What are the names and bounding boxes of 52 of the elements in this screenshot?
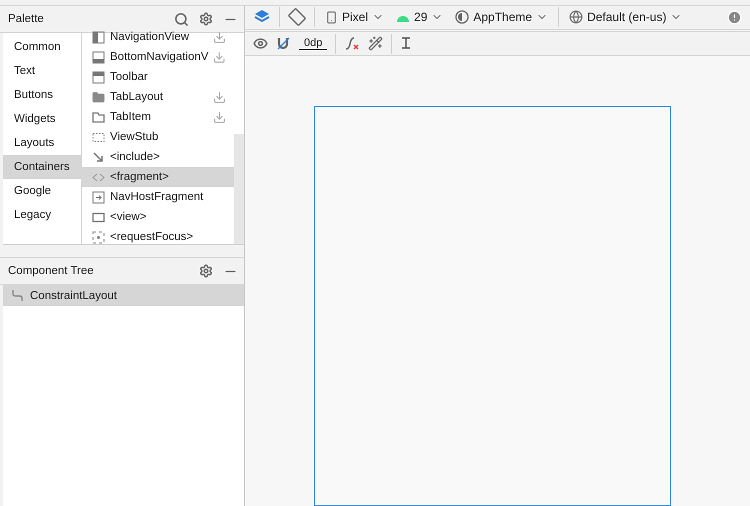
globe-icon [569, 10, 584, 24]
api-dropdown[interactable]: 29 [394, 10, 446, 24]
phone-icon [325, 10, 338, 24]
locale-dropdown[interactable]: Default (en-us) [567, 10, 684, 24]
side-panel-icon [92, 30, 105, 44]
category-item[interactable]: Layouts [3, 131, 81, 155]
category-item[interactable]: Widgets [3, 107, 81, 131]
bottom-bar-icon [92, 50, 105, 64]
palette-item[interactable]: <requestFocus> [82, 227, 234, 244]
category-item[interactable]: Text [3, 59, 81, 83]
tab-icon [92, 110, 105, 124]
palette-item[interactable]: <view> [82, 207, 234, 227]
palette-item[interactable]: <include> [82, 147, 234, 167]
palette-item[interactable]: TabItem [82, 107, 234, 127]
dotted-box-icon [92, 130, 105, 144]
settings-icon[interactable] [199, 12, 213, 26]
rotate-icon[interactable] [288, 8, 306, 26]
panel-title: Component Tree [8, 265, 95, 277]
settings-icon[interactable] [199, 264, 213, 278]
category-item[interactable]: Containers [3, 155, 81, 179]
box-icon [92, 210, 105, 224]
connector-icon [11, 289, 24, 302]
tree-node[interactable]: ConstraintLayout [3, 285, 244, 306]
scrollbar[interactable] [234, 134, 244, 244]
magnet-icon[interactable] [276, 36, 291, 52]
frame-icon [92, 190, 105, 204]
palette-item[interactable]: Toolbar [82, 67, 234, 87]
magic-wand-icon[interactable] [368, 36, 384, 52]
focus-icon [92, 230, 105, 244]
palette-item[interactable]: TabLayout [82, 87, 234, 107]
palette-item[interactable]: ViewStub [82, 127, 234, 147]
category-item[interactable]: Buttons [3, 83, 81, 107]
category-item[interactable]: Common [3, 35, 81, 59]
warning-icon[interactable] [727, 10, 742, 25]
margin-value[interactable]: 0dp [299, 37, 328, 50]
arrow-icon [92, 150, 105, 164]
theme-dropdown[interactable]: AppTheme [453, 10, 550, 24]
category-item[interactable]: Legacy [3, 203, 81, 227]
palette-item[interactable]: NavHostFragment [82, 187, 234, 207]
eye-icon[interactable] [253, 36, 268, 52]
category-item[interactable]: Google [3, 179, 81, 203]
clear-constraints-icon[interactable] [344, 36, 360, 52]
code-icon [92, 170, 105, 184]
device-dropdown[interactable]: Pixel [323, 10, 386, 24]
theme-icon [455, 10, 470, 24]
folder-icon [92, 90, 105, 104]
palette-item[interactable]: NavigationView [82, 27, 234, 47]
palette-item[interactable]: <fragment> [82, 167, 234, 187]
panel-title: Palette [8, 13, 45, 25]
palette-item[interactable]: BottomNavigationV [82, 47, 234, 67]
toolbar-icon [92, 70, 105, 84]
search-icon[interactable] [174, 12, 189, 26]
